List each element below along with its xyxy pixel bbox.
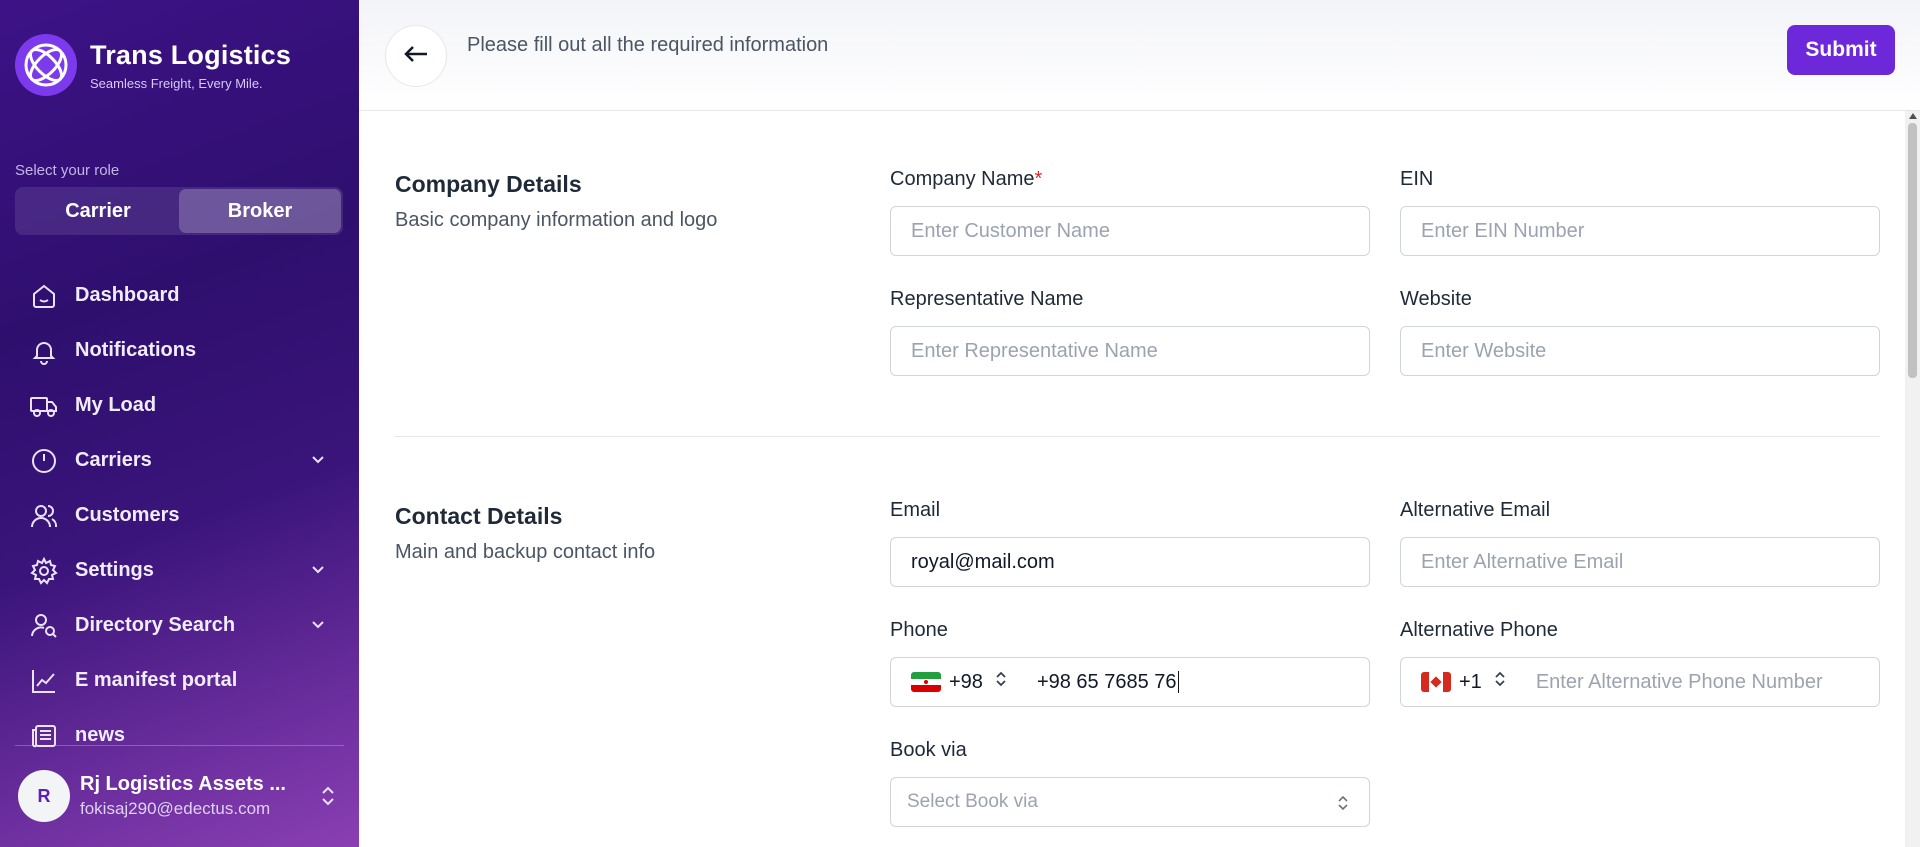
sidebar-item-settings[interactable]: Settings [0,543,359,598]
sidebar-item-carriers[interactable]: Carriers [0,433,359,488]
email-field[interactable]: royal@mail.com [890,537,1370,587]
company-name-input[interactable]: Enter Customer Name [890,206,1370,256]
canada-flag-icon [1421,672,1451,692]
sidebar-nav: Dashboard Notifications My Load Carriers [0,268,359,763]
sidebar-item-notifications[interactable]: Notifications [0,323,359,378]
website-input[interactable]: Enter Website [1400,326,1880,376]
sidebar-item-label: Notifications [75,339,197,361]
phone-label: Phone [890,619,948,641]
bell-icon [29,336,59,366]
truck-icon [29,391,59,421]
brand-title: Trans Logistics [90,39,292,70]
submit-button[interactable]: Submit [1787,25,1895,75]
required-marker: * [1034,168,1043,190]
ein-label: EIN [1400,168,1434,190]
sidebar-item-customers[interactable]: Customers [0,488,359,543]
main-content: Please fill out all the required informa… [359,0,1920,847]
users-icon [29,501,59,531]
chevron-up-down-icon [1494,670,1506,694]
user-name: Rj Logistics Assets ... [80,773,286,795]
representative-name-input[interactable]: Enter Representative Name [890,326,1370,376]
sidebar: Trans Logistics Seamless Freight, Every … [0,0,359,847]
representative-name-label: Representative Name [890,288,1084,310]
sidebar-item-label: E manifest portal [75,669,238,691]
sidebar-item-label: My Load [75,394,157,416]
sidebar-item-label: Carriers [75,449,152,471]
alternative-phone-placeholder: Enter Alternative Phone Number [1535,670,1823,693]
chevron-up-down-icon [995,670,1007,694]
arrow-left-icon [403,44,429,69]
sidebar-item-label: Dashboard [75,284,180,306]
company-section-subtitle: Basic company information and logo [395,209,718,231]
back-button[interactable] [385,25,447,87]
gauge-icon [29,446,59,476]
phone-field[interactable]: +98 +98 65 7685 76 [890,657,1370,707]
scrollbar-thumb[interactable] [1908,123,1917,378]
book-via-label: Book via [890,739,967,761]
ein-input[interactable]: Enter EIN Number [1400,206,1880,256]
role-label: Select your role [15,162,120,179]
book-via-select[interactable]: Select Book via [890,777,1370,827]
chevron-down-icon[interactable] [310,451,326,472]
sidebar-item-dashboard[interactable]: Dashboard [0,268,359,323]
divider [15,745,344,746]
contact-section-title: Contact Details [395,503,563,529]
logo-icon [15,34,77,96]
sidebar-item-e-manifest-portal[interactable]: E manifest portal [0,653,359,708]
user-search-icon [29,611,59,641]
scrollbar[interactable] [1905,111,1920,847]
chevron-up-down-icon [1337,794,1349,818]
home-icon [29,281,59,311]
alternative-email-field[interactable]: Enter Alternative Email [1400,537,1880,587]
email-label: Email [890,499,941,521]
iran-flag-icon [911,672,941,692]
form-content: Company Details Basic company informatio… [359,111,1920,847]
alternative-phone-field[interactable]: +1 Enter Alternative Phone Number [1400,657,1880,707]
sidebar-item-label: news [75,724,126,746]
country-code-select[interactable]: +98 [911,670,1007,694]
alternative-phone-label: Alternative Phone [1400,619,1558,641]
role-carrier-button[interactable]: Carrier [17,189,179,233]
newspaper-icon [29,721,59,751]
role-toggle: Carrier Broker [15,187,343,235]
brand-subtitle: Seamless Freight, Every Mile. [90,75,263,91]
gear-icon [29,556,59,586]
chevron-down-icon[interactable] [310,561,326,582]
contact-section-subtitle: Main and backup contact info [395,541,656,563]
country-code: +1 [1459,670,1482,693]
user-profile[interactable]: R Rj Logistics Assets ... fokisaj290@ede… [18,770,286,822]
brand[interactable]: Trans Logistics Seamless Freight, Every … [15,34,291,96]
company-name-label: Company Name* [890,168,1043,190]
section-divider [395,436,1880,437]
sidebar-item-my-load[interactable]: My Load [0,378,359,433]
sidebar-item-label: Customers [75,504,180,526]
avatar: R [18,770,70,822]
website-label: Website [1400,288,1472,310]
top-bar: Please fill out all the required informa… [359,0,1920,111]
chart-line-icon [29,666,59,696]
sidebar-item-label: Settings [75,559,154,581]
user-email: fokisaj290@edectus.com [80,799,271,818]
scroll-up-icon[interactable] [1909,113,1917,119]
sidebar-item-directory-search[interactable]: Directory Search [0,598,359,653]
chevron-down-icon[interactable] [310,616,326,637]
sidebar-item-label: Directory Search [75,614,236,636]
sidebar-item-news[interactable]: news [0,708,359,763]
role-broker-button[interactable]: Broker [179,189,341,233]
alternative-email-label: Alternative Email [1400,499,1551,521]
chevron-up-down-icon[interactable] [318,784,338,813]
country-code: +98 [949,670,983,693]
instruction-text: Please fill out all the required informa… [467,34,829,56]
country-code-select[interactable]: +1 [1421,670,1506,694]
company-section-title: Company Details [395,171,582,197]
phone-number: +98 65 7685 76 [1036,670,1179,694]
